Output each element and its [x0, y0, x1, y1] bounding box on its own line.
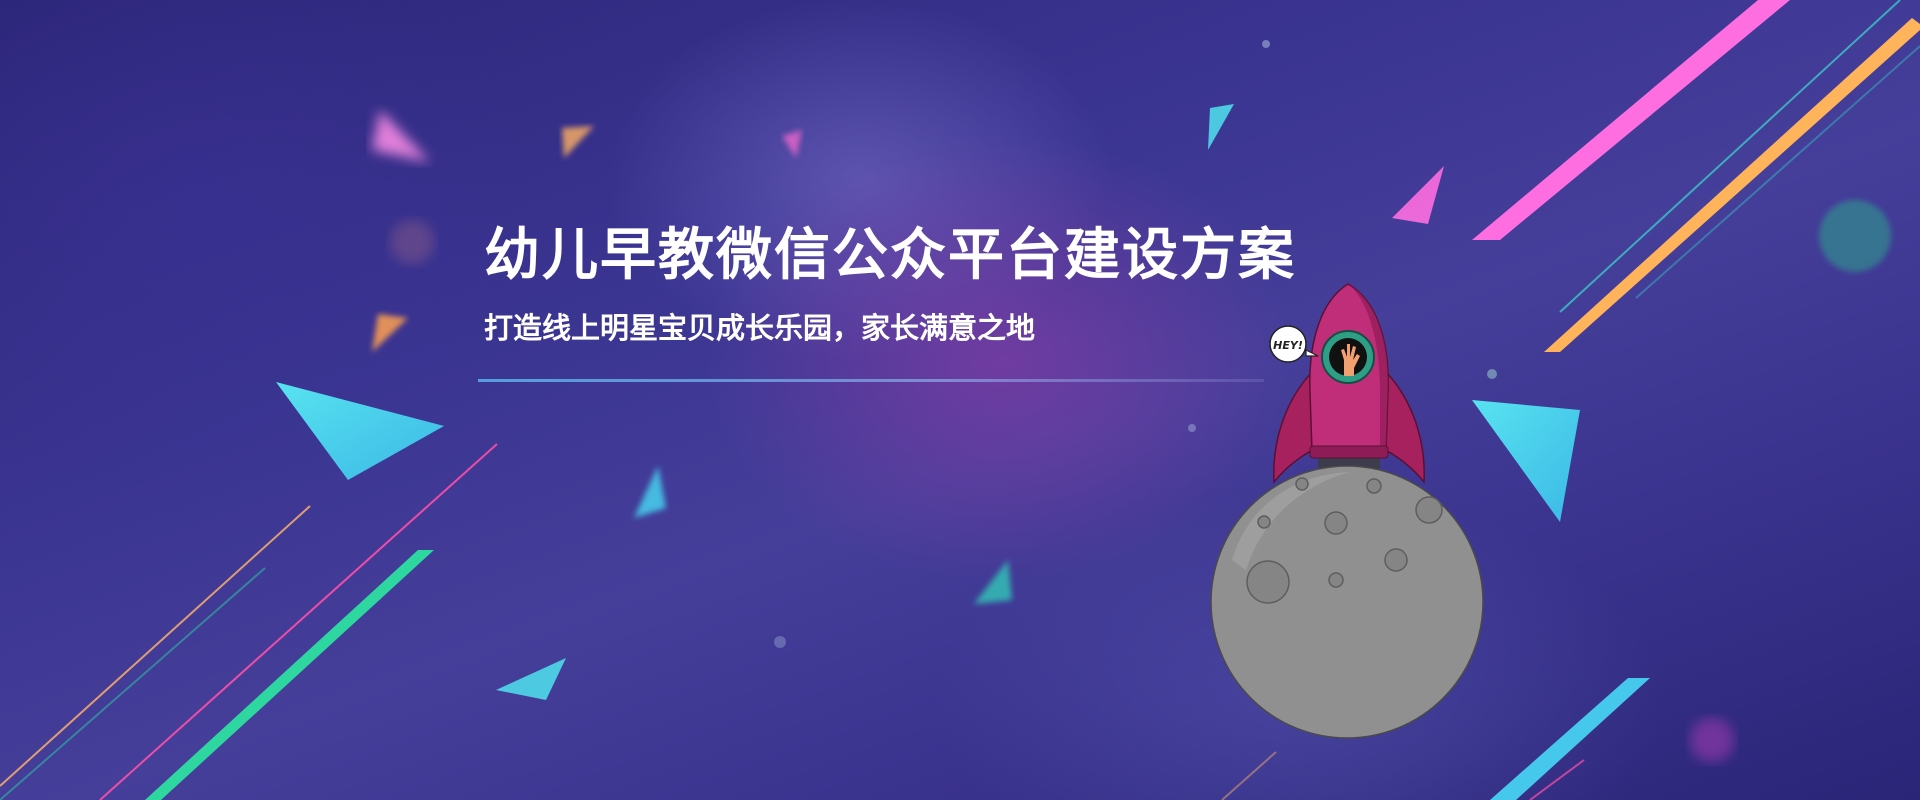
page-title: 幼儿早教微信公众平台建设方案 [484, 223, 1296, 288]
speech-bubble-icon: HEY! [1269, 325, 1319, 363]
title-underline [478, 379, 1264, 382]
banner-background: HEY! [0, 0, 1920, 800]
page-subtitle: 打造线上明星宝贝成长乐园，家长满意之地 [484, 311, 1036, 345]
hero-text-block: 幼儿早教微信公众平台建设方案 打造线上明星宝贝成长乐园，家长满意之地 [484, 218, 1296, 348]
